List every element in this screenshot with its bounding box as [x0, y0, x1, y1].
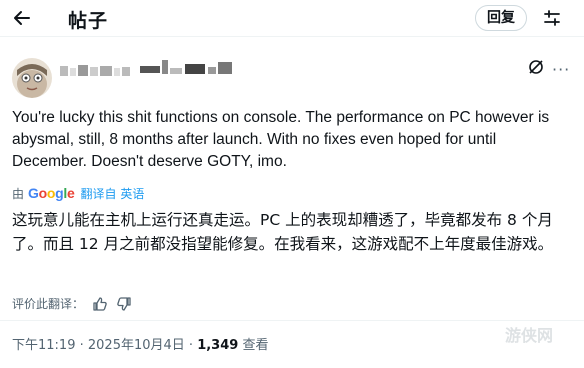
thumbs-up-icon[interactable]: [92, 296, 108, 312]
grok-icon[interactable]: [527, 58, 545, 76]
translated-from-link[interactable]: 翻译自 英语: [81, 185, 145, 202]
adjust-icon[interactable]: [542, 8, 562, 28]
views-label: 查看: [242, 338, 269, 353]
redacted-username: [60, 65, 130, 76]
more-icon[interactable]: ···: [552, 60, 570, 79]
google-letter: G: [28, 185, 39, 201]
post-meta: 下午11:19 · 2025年10月4日 · 1,349 查看: [12, 338, 269, 353]
post-date[interactable]: 2025年10月4日: [88, 338, 185, 353]
google-letter: g: [55, 185, 64, 201]
translation-attribution: 由 Google 翻译自 英语: [12, 185, 144, 201]
back-arrow-icon[interactable]: [12, 8, 32, 28]
redacted-handle: [140, 60, 232, 74]
post-time[interactable]: 下午11:19: [12, 338, 75, 353]
view-count: 1,349: [197, 338, 239, 353]
rate-translation: 评价此翻译：: [12, 295, 132, 312]
translated-by-label: 由: [12, 186, 25, 201]
google-logo: Google: [28, 185, 75, 201]
post-text-translated: 这玩意儿能在主机上运行还真走运。PC 上的表现却糟透了，毕竟都发布 8 个月了。…: [12, 211, 554, 253]
rate-translation-label: 评价此翻译：: [12, 297, 85, 311]
watermark: 游侠网: [505, 326, 554, 345]
top-bar: 帖子 回复: [0, 0, 584, 36]
thumbs-down-icon[interactable]: [116, 296, 132, 312]
avatar[interactable]: [12, 58, 52, 98]
meta-divider: [0, 320, 584, 321]
post-text-original: You're lucky this shit functions on cons…: [12, 109, 550, 170]
google-letter: o: [46, 185, 56, 201]
google-letter: o: [38, 185, 48, 201]
header-divider: [0, 36, 584, 37]
google-letter: e: [67, 185, 75, 201]
page-title: 帖子: [68, 10, 109, 32]
reply-button[interactable]: 回复: [475, 5, 527, 31]
